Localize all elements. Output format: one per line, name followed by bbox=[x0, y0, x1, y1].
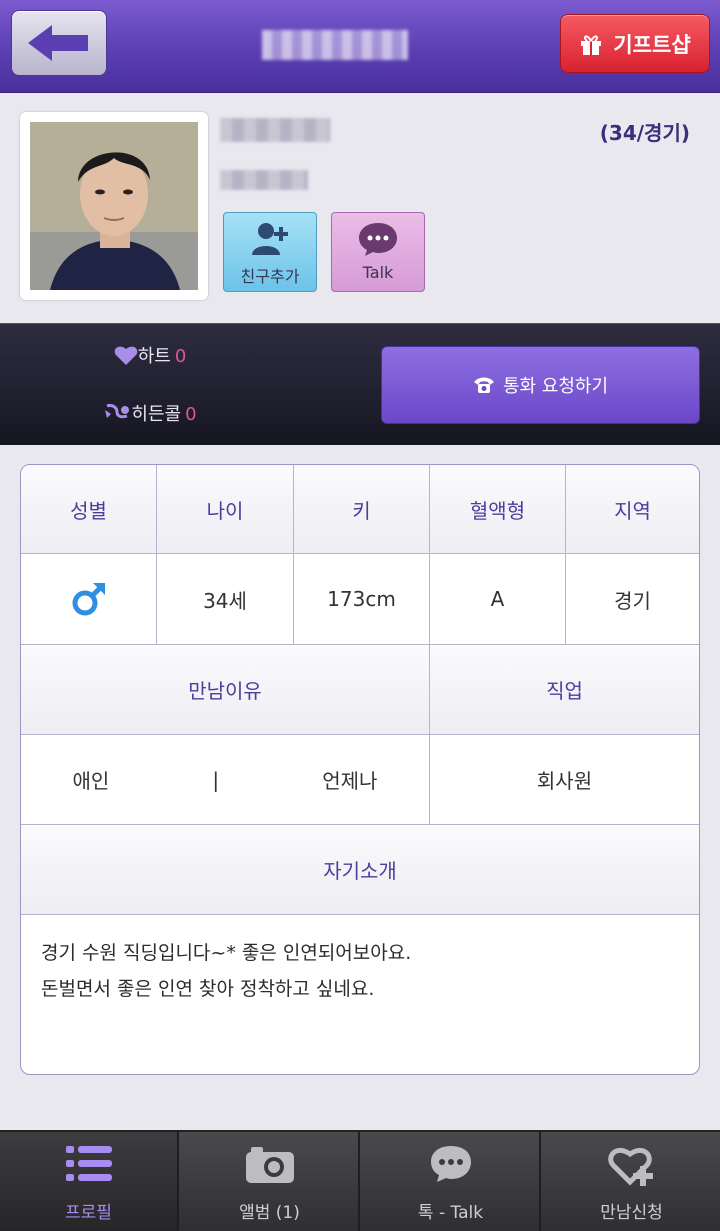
tab-talk[interactable]: 톡 - Talk bbox=[362, 1132, 541, 1231]
heart-plus-icon bbox=[607, 1147, 653, 1186]
tab-meeting-request[interactable]: 만남신청 bbox=[543, 1132, 720, 1231]
gift-icon bbox=[581, 34, 602, 55]
tab-meeting-request-label: 만남신청 bbox=[600, 1203, 663, 1223]
tab-album[interactable]: 앨범 (1) bbox=[181, 1132, 360, 1231]
chat-bubble-icon bbox=[359, 223, 397, 256]
age-value: 34세 bbox=[157, 554, 294, 645]
meeting-reason-value: 애인 | 언제나 bbox=[21, 735, 430, 825]
height-value: 173cm bbox=[294, 554, 430, 645]
profile-photo-frame[interactable] bbox=[20, 112, 208, 300]
region-header: 지역 bbox=[566, 465, 699, 554]
tab-profile-label: 프로필 bbox=[65, 1203, 112, 1223]
camera-icon bbox=[245, 1147, 294, 1183]
stats-bar: 하트 0 히든콜 0 통화 요청하기 bbox=[0, 323, 720, 445]
blood-type-header: 혈액형 bbox=[430, 465, 566, 554]
profile-info-table: 성별 나이 키 혈액형 지역 34세 173cm A 경기 만남이유 직업 애인… bbox=[20, 464, 700, 1075]
meeting-reason-2: 언제나 bbox=[322, 769, 378, 793]
job-value: 회사원 bbox=[430, 735, 699, 825]
talk-label: Talk bbox=[362, 263, 394, 282]
add-friend-label: 친구추가 bbox=[240, 267, 300, 286]
gender-header: 성별 bbox=[21, 465, 157, 554]
self-intro-header: 자기소개 bbox=[21, 825, 699, 915]
age-region-label: (34/경기) bbox=[599, 121, 690, 145]
page-title: •••••• bbox=[262, 30, 408, 60]
add-friend-button[interactable]: 친구추가 bbox=[223, 212, 317, 292]
talk-button[interactable]: Talk bbox=[331, 212, 425, 292]
blood-type-value: A bbox=[430, 554, 566, 645]
call-request-button[interactable]: 통화 요청하기 bbox=[381, 346, 700, 424]
heart-count: 0 bbox=[174, 346, 187, 367]
heart-stat: 하트 0 bbox=[0, 342, 300, 368]
self-intro-text: 경기 수원 직딩입니다~* 좋은 인연되어보아요. 돈벌면서 좋은 인연 찾아 … bbox=[41, 935, 681, 1007]
tab-album-label: 앨범 (1) bbox=[239, 1203, 300, 1223]
profile-photo bbox=[30, 122, 198, 290]
gift-shop-label: 기프트샵 bbox=[613, 32, 691, 57]
hidden-call-count: 0 bbox=[185, 404, 197, 425]
heart-label: 하트 bbox=[137, 346, 171, 367]
gift-shop-button[interactable]: 기프트샵 bbox=[560, 14, 710, 73]
hidden-call-icon bbox=[105, 404, 130, 419]
list-icon bbox=[65, 1146, 112, 1181]
job-header: 직업 bbox=[430, 645, 699, 735]
region-value: 경기 bbox=[566, 554, 699, 645]
nickname: ••••• bbox=[220, 118, 330, 142]
tab-profile[interactable]: 프로필 bbox=[0, 1132, 179, 1231]
app-header: •••••• 기프트샵 bbox=[0, 0, 720, 93]
male-icon bbox=[72, 583, 105, 616]
profile-section: ••••• •••• (34/경기) 친구추가 Talk bbox=[0, 93, 720, 323]
hidden-call-stat: 히든콜 0 bbox=[0, 400, 300, 426]
reason-separator: | bbox=[212, 767, 220, 792]
status-message: •••• bbox=[220, 170, 308, 190]
call-request-label: 통화 요청하기 bbox=[502, 376, 609, 397]
phone-icon bbox=[473, 377, 494, 393]
add-user-icon bbox=[252, 223, 288, 255]
gender-value bbox=[21, 554, 157, 645]
hidden-call-label: 히든콜 bbox=[131, 404, 182, 425]
self-intro-line-2: 돈벌면서 좋은 인연 찾아 정착하고 싶네요. bbox=[41, 978, 375, 1000]
age-header: 나이 bbox=[157, 465, 294, 554]
tab-talk-label: 톡 - Talk bbox=[417, 1203, 484, 1223]
back-arrow-icon bbox=[28, 25, 88, 61]
meeting-reason-1: 애인 bbox=[72, 769, 110, 793]
chat-bubble-icon bbox=[430, 1146, 471, 1182]
meeting-reason-header: 만남이유 bbox=[21, 645, 430, 735]
height-header: 키 bbox=[294, 465, 430, 554]
self-intro-line-1: 경기 수원 직딩입니다~* 좋은 인연되어보아요. bbox=[41, 942, 412, 964]
back-button[interactable] bbox=[11, 10, 107, 76]
heart-icon bbox=[114, 346, 137, 365]
bottom-tab-bar: 프로필 앨범 (1) 톡 - Talk 만남신청 bbox=[0, 1130, 720, 1231]
